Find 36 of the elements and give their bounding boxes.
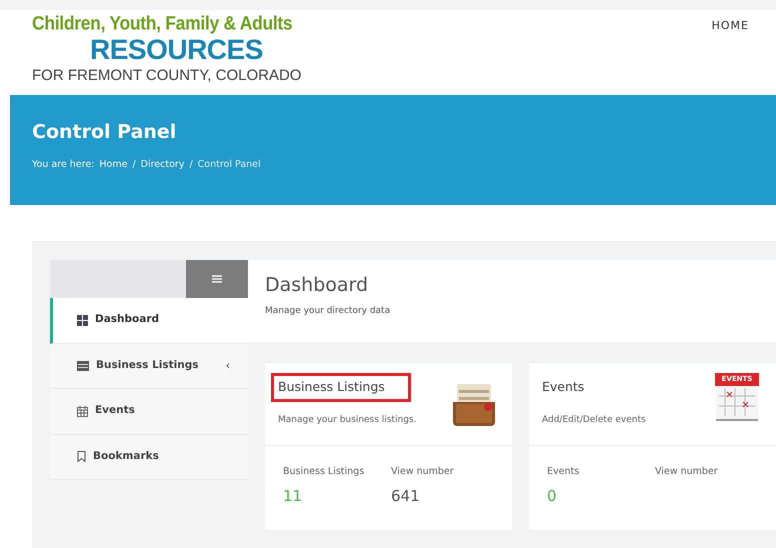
stat-value: 11 xyxy=(283,486,304,508)
sidebar-item[interactable]: Dashboard xyxy=(50,298,248,344)
calendar-icon xyxy=(77,406,88,417)
caret-icon: ‹ xyxy=(226,358,230,374)
stat-label: View number xyxy=(391,465,455,479)
page-title: Control Panel xyxy=(32,121,178,144)
sidebar-item[interactable]: Business Listings ‹ xyxy=(50,344,248,389)
nav-link[interactable]: HOME xyxy=(712,19,749,32)
sidebar-item-label: Events xyxy=(95,403,135,418)
card-title: Business Listings xyxy=(271,373,411,402)
bookmark-icon xyxy=(77,451,86,462)
card-description: Add/Edit/Delete events xyxy=(542,414,646,427)
logo-title: Children, Youth, Family & Adults xyxy=(32,11,294,36)
stat-label: View number xyxy=(655,465,719,479)
sidebar-item-label: Business Listings xyxy=(96,358,198,373)
list-icon xyxy=(77,360,89,371)
dashboard-subtitle: Manage your directory data xyxy=(265,304,392,318)
sidebar-item-label: Bookmarks xyxy=(93,448,159,464)
breadcrumb-separator: / xyxy=(132,158,136,172)
sidebar-item[interactable]: Events xyxy=(50,389,248,434)
sidebar-item-label: Dashboard xyxy=(95,312,160,328)
card-title: Events xyxy=(541,378,586,396)
logo-subtitle: FOR FREMONT COUNTY, COLORADO xyxy=(32,66,302,85)
stat-label: Events xyxy=(547,465,580,479)
sidebar-item[interactable]: Bookmarks xyxy=(50,434,248,480)
stat-value: 641 xyxy=(391,486,421,508)
menu-toggle-button[interactable]: ≡ xyxy=(186,260,248,298)
dashboard-title: Dashboard xyxy=(265,274,370,297)
stat-label: Business Listings xyxy=(283,465,365,479)
card-description: Manage your business listings. xyxy=(278,414,416,427)
grid-icon xyxy=(77,314,88,326)
logo-heading: RESOURCES xyxy=(89,34,264,66)
breadcrumb-current: Control Panel xyxy=(198,158,261,172)
stat-value: 0 xyxy=(547,486,558,508)
breadcrumb-label: You are here: xyxy=(32,158,94,172)
breadcrumb-separator: / xyxy=(189,158,193,172)
